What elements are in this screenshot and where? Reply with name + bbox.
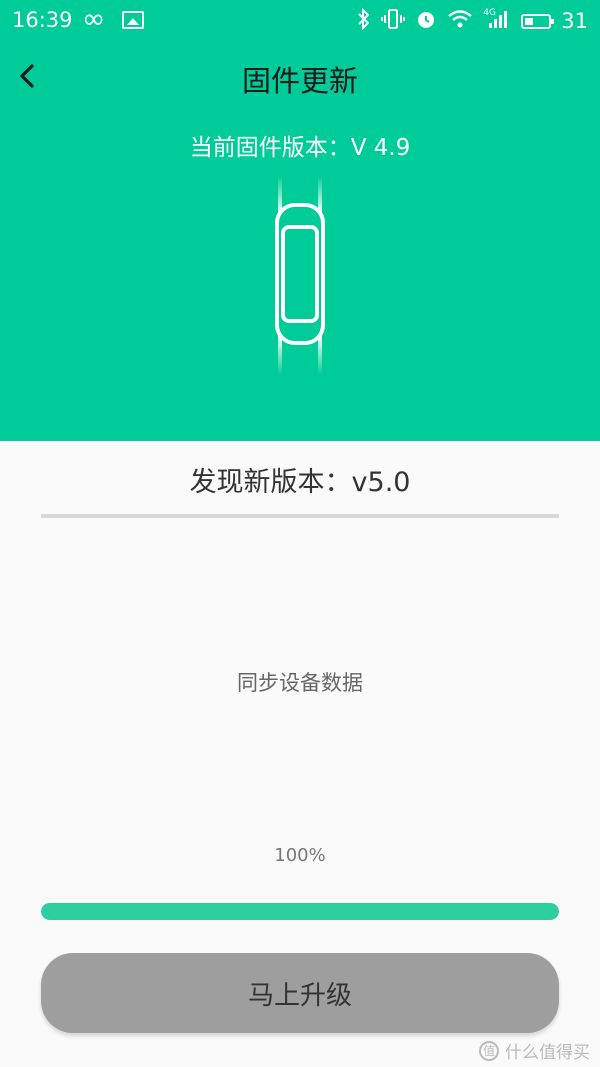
alarm-icon (415, 8, 437, 34)
header-area: 16:39 ∞ 4G 31 固件更新 当前固件版本：V 4.9 (0, 0, 600, 441)
wifi-icon (447, 8, 473, 34)
vibrate-icon (381, 8, 406, 34)
image-icon (122, 11, 144, 29)
band-device-icon (268, 175, 332, 375)
watermark: 值 什么值得买 (479, 1038, 590, 1063)
sync-status-label: 同步设备数据 (237, 671, 363, 695)
bluetooth-icon (357, 7, 371, 34)
divider (41, 514, 559, 518)
status-bar: 16:39 ∞ 4G 31 (0, 0, 600, 42)
infinity-icon: ∞ (82, 2, 106, 35)
progress-percent: 100% (274, 845, 326, 866)
current-firmware-version: 当前固件版本：V 4.9 (189, 135, 411, 161)
page-title: 固件更新 (241, 64, 358, 98)
battery-icon (521, 13, 555, 29)
signal-4g-icon: 4G (483, 8, 511, 34)
progress-fill (41, 903, 559, 920)
status-icons: 4G 31 (357, 6, 588, 36)
progress-bar (41, 903, 559, 920)
upgrade-now-button[interactable]: 马上升级 (41, 953, 559, 1033)
battery-percent: 31 (561, 9, 588, 33)
network-label: 4G (483, 8, 496, 18)
watermark-logo: 值 (479, 1040, 499, 1061)
watermark-text: 什么值得买 (505, 1043, 590, 1063)
new-version-label: 发现新版本：v5.0 (189, 467, 411, 498)
status-time: 16:39 (12, 8, 73, 32)
